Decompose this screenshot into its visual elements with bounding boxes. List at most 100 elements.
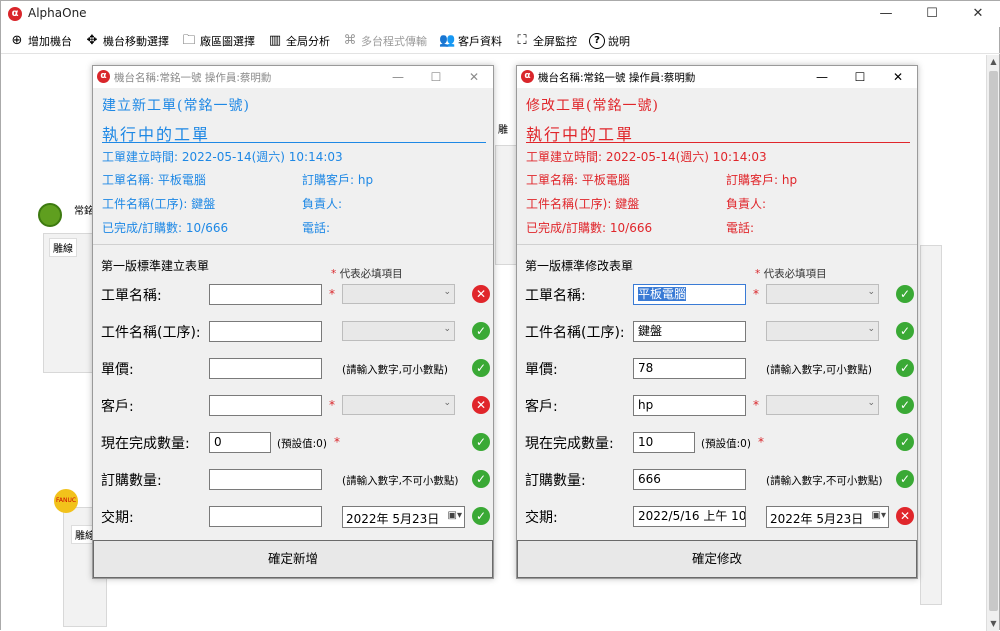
machine-label: 雕線 (49, 238, 77, 257)
dialog-minimize-button[interactable]: — (803, 66, 841, 88)
field-value-done: 0 (214, 435, 222, 449)
field-input-qty[interactable]: 666 (633, 469, 746, 490)
field-input-price[interactable] (209, 358, 322, 379)
error-circle-icon: ✕ (472, 285, 490, 303)
scroll-down-icon[interactable]: ▼ (987, 617, 1000, 631)
toolbar-button-move[interactable]: ✥ 機台移動選擇 (84, 30, 169, 52)
error-circle-icon: ✕ (896, 507, 914, 525)
field-dropdown-order[interactable]: ⌄ (342, 284, 455, 304)
toolbar-label: 多台程式傳輸 (361, 34, 427, 48)
progress-text: 已完成/訂購數: 10/666 (526, 221, 653, 235)
scroll-thumb[interactable] (989, 71, 998, 611)
field-input-client[interactable] (209, 395, 322, 416)
check-circle-icon: ✓ (896, 396, 914, 414)
toolbar-button-folder-image[interactable]: 🗀 廠區圖選擇 (181, 30, 255, 52)
field-hint-done: (預設值:0) (277, 438, 327, 450)
field-input-due[interactable]: 2022/5/16 上午 10:1 (633, 506, 746, 527)
field-dropdown-order[interactable]: ⌄ (766, 284, 879, 304)
field-dropdown-part[interactable]: ⌄ (342, 321, 455, 341)
dialog-close-button[interactable]: ✕ (455, 66, 493, 88)
required-star-icon: * (753, 398, 759, 412)
field-input-price[interactable]: 78 (633, 358, 746, 379)
required-note: * 代表必填項目 (755, 268, 827, 280)
phone-text: 電話: (302, 221, 331, 235)
confirm-button[interactable]: 確定新增 (93, 540, 493, 578)
field-input-qty[interactable] (209, 469, 322, 490)
field-value-order: 平板電腦 (638, 287, 687, 301)
required-star-icon: * (753, 287, 759, 301)
toolbar-button-help[interactable]: ? 說明 (589, 30, 630, 52)
calendar-icon[interactable]: ▣▾ (872, 510, 886, 521)
field-input-done[interactable]: 10 (633, 432, 695, 453)
dialog-title-bar: α 機台名稱:常銘一號 操作員:蔡明勳 — ☐ ✕ (93, 66, 493, 88)
toolbar-label: 增加機台 (28, 34, 72, 48)
required-star-icon: * (758, 435, 764, 449)
dialog-close-button[interactable]: ✕ (879, 66, 917, 88)
field-hint-qty: (請輸入數字,不可小數點) (342, 475, 459, 487)
field-dropdown-client[interactable]: ⌄ (766, 395, 879, 415)
scroll-up-icon[interactable]: ▲ (987, 55, 1000, 69)
toolbar-button-chart[interactable]: ▥ 全局分析 (267, 30, 330, 52)
toolbar: ⊕ 增加機台 ✥ 機台移動選擇 🗀 廠區圖選擇 ▥ 全局分析 ⌘ 多台程式傳輸 👥 客戶資料 ⛶ 全屏監控… (1, 28, 1000, 54)
divider (93, 244, 493, 245)
dialog-maximize-button[interactable]: ☐ (841, 66, 879, 88)
check-circle-icon: ✓ (896, 470, 914, 488)
due-date-picker[interactable]: 2022年 5月23日 ▣▾ (766, 506, 889, 528)
toolbar-button-fullscreen[interactable]: ⛶ 全屏監控 (514, 30, 577, 52)
chevron-down-icon: ⌄ (867, 287, 875, 297)
field-input-part[interactable]: 鍵盤 (633, 321, 746, 342)
chevron-down-icon: ⌄ (867, 398, 875, 408)
chevron-down-icon: ⌄ (443, 324, 451, 334)
field-dropdown-part[interactable]: ⌄ (766, 321, 879, 341)
field-value-part: 鍵盤 (638, 324, 663, 338)
field-input-order[interactable]: 平板電腦 (633, 284, 746, 305)
check-circle-icon: ✓ (896, 285, 914, 303)
field-label-due: 交期: (525, 510, 558, 526)
field-label-order: 工單名稱: (101, 288, 162, 304)
field-value-price: 78 (638, 361, 654, 375)
machine-label: 雕 (498, 125, 508, 136)
dialog-caption: 機台名稱:常銘一號 操作員:蔡明勳 (538, 72, 696, 84)
toolbar-button-users[interactable]: 👥 客戶資料 (439, 30, 502, 52)
heading-underline (102, 142, 486, 143)
chevron-down-icon: ⌄ (443, 287, 451, 297)
vertical-scrollbar[interactable]: ▲ ▼ (986, 55, 999, 631)
dialog-title-bar: α 機台名稱:常銘一號 操作員:蔡明勳 — ☐ ✕ (517, 66, 917, 88)
dialog-maximize-button[interactable]: ☐ (417, 66, 455, 88)
app-title: AlphaOne (28, 6, 87, 20)
required-star-icon: * (334, 435, 340, 449)
form-title: 第一版標準建立表單 (101, 259, 210, 273)
folder-image-icon: 🗀 (182, 32, 196, 48)
field-input-client[interactable]: hp (633, 395, 746, 416)
field-dropdown-client[interactable]: ⌄ (342, 395, 455, 415)
owner-text: 負責人: (726, 197, 767, 211)
move-icon: ✥ (86, 32, 98, 48)
field-input-due[interactable] (209, 506, 322, 527)
toolbar-label: 全局分析 (286, 34, 330, 48)
toolbar-button-plus-circle[interactable]: ⊕ 增加機台 (9, 30, 72, 52)
create-order-dialog: α 機台名稱:常銘一號 操作員:蔡明勳 — ☐ ✕ 建立新工單(常銘一號) 執行… (92, 65, 494, 579)
users-icon: 👥 (439, 32, 456, 48)
fanuc-badge-icon[interactable]: FANUC (54, 489, 78, 513)
network-icon: ⌘ (343, 32, 357, 48)
error-circle-icon: ✕ (472, 396, 490, 414)
due-date-picker[interactable]: 2022年 5月23日 ▣▾ (342, 506, 465, 528)
maximize-button[interactable]: ☐ (909, 1, 955, 27)
field-label-qty: 訂購數量: (101, 473, 162, 489)
field-value-done: 10 (638, 435, 654, 449)
calendar-icon[interactable]: ▣▾ (448, 510, 462, 521)
check-circle-icon: ✓ (896, 322, 914, 340)
minimize-button[interactable]: — (863, 1, 909, 27)
dialog-minimize-button[interactable]: — (379, 66, 417, 88)
order-name-text: 工單名稱: 平板電腦 (102, 173, 206, 187)
machine-status-badge-icon[interactable] (38, 203, 62, 227)
close-button[interactable]: ✕ (955, 1, 1000, 27)
confirm-button[interactable]: 確定修改 (517, 540, 917, 578)
field-input-part[interactable] (209, 321, 322, 342)
toolbar-button-network[interactable]: ⌘ 多台程式傳輸 (342, 30, 428, 52)
toolbar-label: 說明 (608, 34, 630, 48)
plus-circle-icon: ⊕ (11, 32, 23, 48)
field-label-part: 工件名稱(工序): (101, 325, 201, 341)
field-input-done[interactable]: 0 (209, 432, 271, 453)
field-input-order[interactable] (209, 284, 322, 305)
